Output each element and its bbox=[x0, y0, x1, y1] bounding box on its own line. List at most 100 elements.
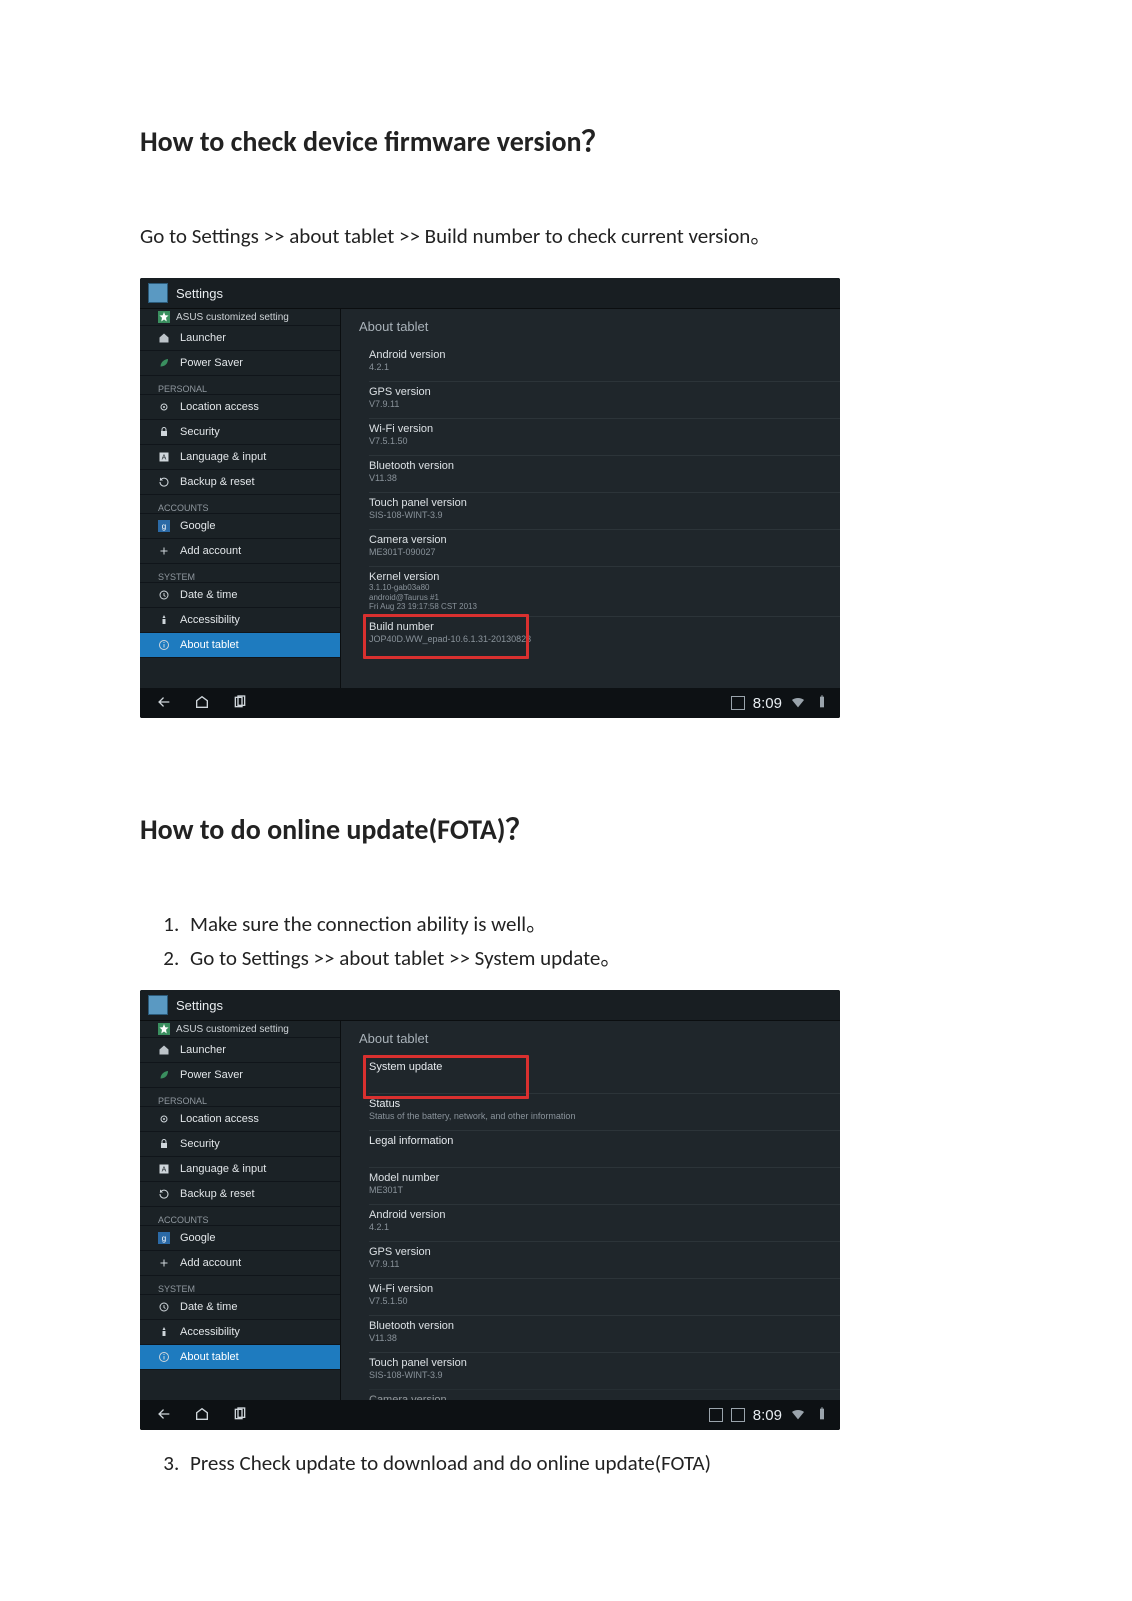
sidebar-item-power-saver[interactable]: Power Saver bbox=[140, 1063, 340, 1088]
sidebar-item-backup-reset[interactable]: Backup & reset bbox=[140, 1182, 340, 1207]
home-icon[interactable] bbox=[194, 1406, 210, 1425]
detail-row-build: Build numberJOP40D.WW_epad-10.6.1.31-201… bbox=[369, 616, 840, 653]
detail-row-label: GPS version bbox=[369, 386, 830, 398]
home-icon[interactable] bbox=[194, 694, 210, 713]
android-navbar: 8:09 bbox=[140, 688, 840, 718]
sidebar-item-label: About tablet bbox=[180, 639, 239, 651]
detail-row-value: 4.2.1 bbox=[369, 1222, 830, 1232]
detail-row-android: Android version4.2.1 bbox=[369, 345, 840, 381]
sidebar-item-label: ASUS customized setting bbox=[176, 312, 289, 323]
detail-row-wifi: Wi-Fi versionV7.5.1.50 bbox=[369, 1278, 840, 1315]
sidebar-item-label: Add account bbox=[180, 545, 241, 557]
fota-step-2: Go to Settings >> about tablet >> System… bbox=[184, 942, 992, 972]
detail-row-legal[interactable]: Legal information bbox=[369, 1130, 840, 1167]
detail-row-label: Camera version bbox=[369, 534, 830, 546]
star-icon bbox=[158, 1023, 170, 1035]
clock: 8:09 bbox=[753, 695, 782, 712]
detail-row-value: V11.38 bbox=[369, 473, 830, 483]
recents-icon[interactable] bbox=[232, 694, 248, 713]
clock-icon bbox=[158, 589, 170, 601]
sidebar-item-label: Language & input bbox=[180, 451, 266, 463]
sidebar-item-power-saver[interactable]: Power Saver bbox=[140, 351, 340, 376]
detail-row-value: JOP40D.WW_epad-10.6.1.31-20130823 bbox=[369, 634, 830, 644]
google-icon: g bbox=[158, 520, 170, 532]
sidebar-item-label: Security bbox=[180, 426, 220, 438]
sidebar-item-label: Date & time bbox=[180, 1301, 237, 1313]
hand-icon bbox=[158, 614, 170, 626]
sidebar-item-location-access[interactable]: Location access bbox=[140, 1107, 340, 1132]
target-icon bbox=[158, 401, 170, 413]
detail-row-bt: Bluetooth versionV11.38 bbox=[369, 455, 840, 492]
refresh-icon bbox=[158, 1188, 170, 1200]
home-icon bbox=[158, 1044, 170, 1056]
sidebar-item-google[interactable]: gGoogle bbox=[140, 514, 340, 539]
clock-icon bbox=[158, 1301, 170, 1313]
sidebar-item-security[interactable]: Security bbox=[140, 420, 340, 445]
leaf-icon bbox=[158, 357, 170, 369]
sidebar-item-launcher[interactable]: Launcher bbox=[140, 326, 340, 351]
sidebar-item-accessibility[interactable]: Accessibility bbox=[140, 1320, 340, 1345]
refresh-icon bbox=[158, 476, 170, 488]
recents-icon[interactable] bbox=[232, 1406, 248, 1425]
sidebar-item-label: Location access bbox=[180, 1113, 259, 1125]
sidebar-item-date-time[interactable]: Date & time bbox=[140, 1295, 340, 1320]
status-gallery-icon bbox=[709, 1408, 723, 1422]
about-tablet-header: About tablet bbox=[359, 319, 428, 334]
sidebar-item-language-input[interactable]: ALanguage & input bbox=[140, 1157, 340, 1182]
sidebar-item-google[interactable]: gGoogle bbox=[140, 1226, 340, 1251]
detail-row-touch: Touch panel versionSIS-108-WINT-3.9 bbox=[369, 1352, 840, 1389]
detail-row-wifi: Wi-Fi versionV7.5.1.50 bbox=[369, 418, 840, 455]
back-icon[interactable] bbox=[156, 1406, 172, 1425]
sidebar-item-asus-customized[interactable]: ASUS customized setting bbox=[140, 1021, 340, 1038]
detail-row-label: Android version bbox=[369, 1209, 830, 1221]
sidebar-item-label: Power Saver bbox=[180, 357, 243, 369]
detail-row-label: Bluetooth version bbox=[369, 1320, 830, 1332]
detail-row-sysupdate[interactable]: System update bbox=[369, 1057, 840, 1093]
sidebar-header-accounts: ACCOUNTS bbox=[140, 495, 340, 514]
settings-title: Settings bbox=[176, 998, 223, 1013]
detail-row-value: V7.5.1.50 bbox=[369, 1296, 830, 1306]
sidebar-header-personal: PERSONAL bbox=[140, 1088, 340, 1107]
sidebar-header-system: SYSTEM bbox=[140, 1276, 340, 1295]
sidebar-item-location-access[interactable]: Location access bbox=[140, 395, 340, 420]
sidebar-item-label: Accessibility bbox=[180, 614, 240, 626]
sidebar-item-accessibility[interactable]: Accessibility bbox=[140, 608, 340, 633]
google-icon: g bbox=[158, 1232, 170, 1244]
fota-step-3: Press Check update to download and do on… bbox=[184, 1450, 992, 1476]
settings-sidebar: ASUS customized setting LauncherPower Sa… bbox=[140, 1021, 341, 1401]
sidebar-header-accounts: ACCOUNTS bbox=[140, 1207, 340, 1226]
svg-text:A: A bbox=[162, 1167, 167, 1174]
sidebar-item-security[interactable]: Security bbox=[140, 1132, 340, 1157]
sidebar-item-asus-customized[interactable]: ASUS customized setting bbox=[140, 309, 340, 326]
detail-row-label: Build number bbox=[369, 621, 830, 633]
detail-row-value: V7.9.11 bbox=[369, 399, 830, 409]
hand-icon bbox=[158, 1326, 170, 1338]
a-box-icon: A bbox=[158, 1163, 170, 1175]
detail-row-label: Wi-Fi version bbox=[369, 423, 830, 435]
android-navbar: 8:09 bbox=[140, 1400, 840, 1430]
sidebar-item-date-time[interactable]: Date & time bbox=[140, 583, 340, 608]
detail-row-value-line: android@Taurus #1 bbox=[369, 593, 830, 603]
sidebar-item-launcher[interactable]: Launcher bbox=[140, 1038, 340, 1063]
detail-row-label: Touch panel version bbox=[369, 497, 830, 509]
sidebar-item-about-tablet[interactable]: About tablet bbox=[140, 1345, 340, 1370]
status-square-icon bbox=[731, 1408, 745, 1422]
detail-row-value: SIS-108-WINT-3.9 bbox=[369, 1370, 830, 1380]
detail-row-value: Status of the battery, network, and othe… bbox=[369, 1111, 830, 1121]
detail-row-label: Android version bbox=[369, 349, 830, 361]
a-box-icon: A bbox=[158, 451, 170, 463]
detail-row-label: Bluetooth version bbox=[369, 460, 830, 472]
sidebar-item-add-account[interactable]: Add account bbox=[140, 1251, 340, 1276]
sidebar-item-add-account[interactable]: Add account bbox=[140, 539, 340, 564]
back-icon[interactable] bbox=[156, 694, 172, 713]
detail-row-value: SIS-108-WINT-3.9 bbox=[369, 510, 830, 520]
sidebar-item-backup-reset[interactable]: Backup & reset bbox=[140, 470, 340, 495]
screenshot-1: Settings ASUS customized setting Launche… bbox=[140, 278, 840, 718]
settings-titlebar: Settings bbox=[140, 278, 840, 309]
detail-row-value: ME301T-090027 bbox=[369, 547, 830, 557]
detail-row-label: GPS version bbox=[369, 1246, 830, 1258]
detail-row-status[interactable]: StatusStatus of the battery, network, an… bbox=[369, 1093, 840, 1130]
sidebar-item-about-tablet[interactable]: About tablet bbox=[140, 633, 340, 658]
sidebar-item-language-input[interactable]: A Language & input bbox=[140, 445, 340, 470]
sidebar-header-system: SYSTEM bbox=[140, 564, 340, 583]
